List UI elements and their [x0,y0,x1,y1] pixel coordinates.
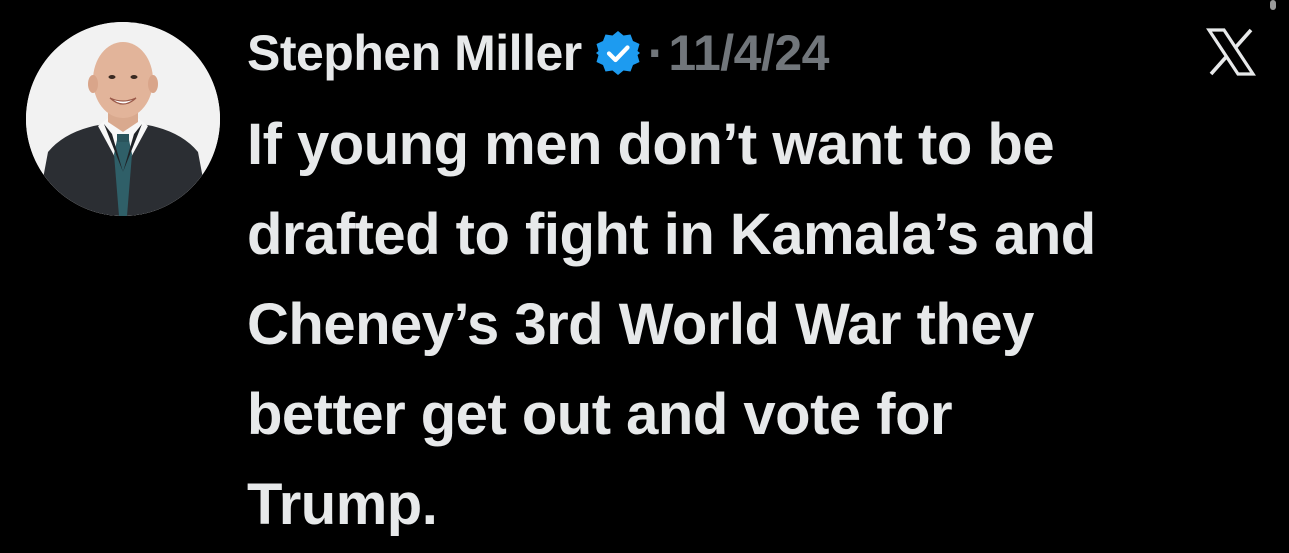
avatar[interactable] [26,22,220,216]
post-date[interactable]: 11/4/24 [668,24,829,82]
profile-photo [26,22,220,216]
verified-check-icon [594,29,642,77]
author-name[interactable]: Stephen Miller [247,24,582,82]
post-header: Stephen Miller · 11/4/24 [247,20,829,86]
separator-dot: · [647,25,665,81]
tweet-card: Stephen Miller · 11/4/24 If young men do… [0,0,1289,553]
post-text: If young men don’t want to be drafted to… [247,112,1096,537]
scroll-indicator[interactable] [1270,0,1276,10]
x-logo-icon[interactable] [1206,28,1256,76]
